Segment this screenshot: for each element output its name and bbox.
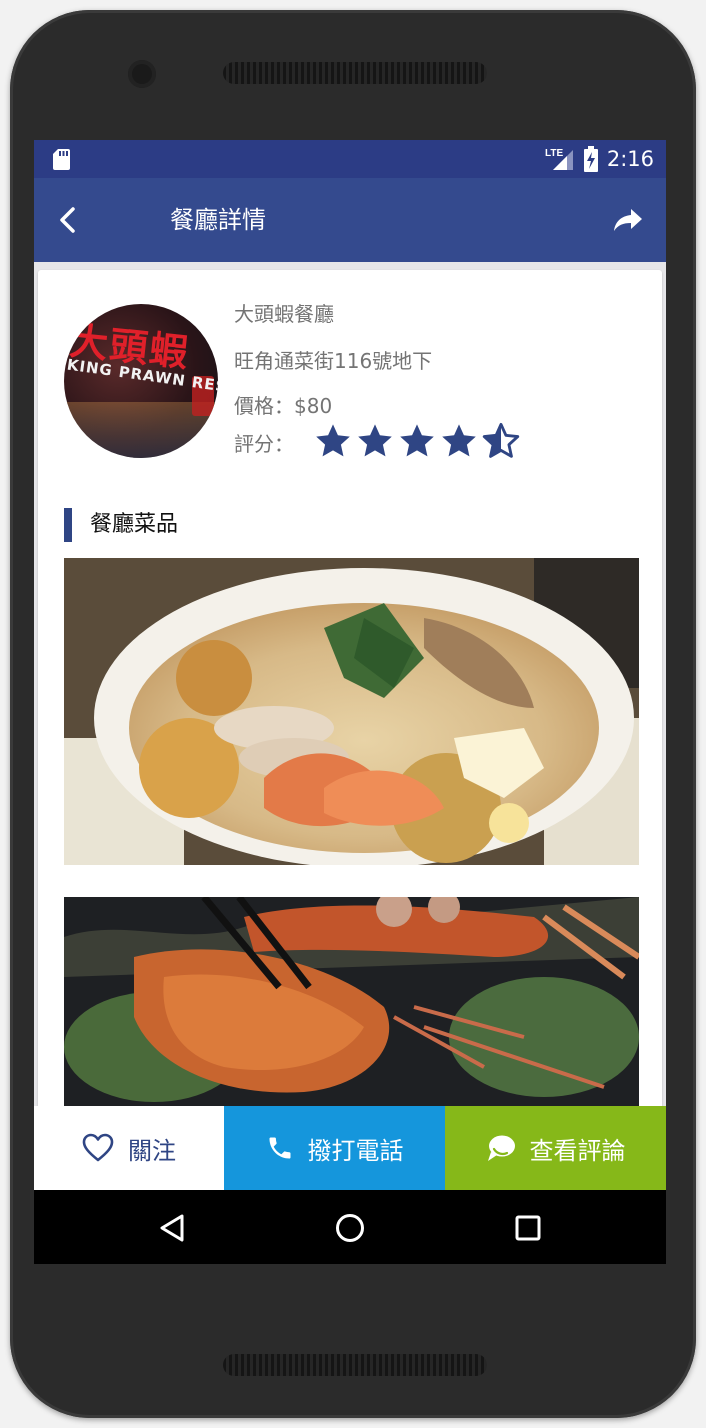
- nav-back-icon: [160, 1214, 184, 1242]
- dishes-section-title: 餐廳菜品: [90, 512, 179, 537]
- device-screen: LTE 2:16 餐廳詳情 大頭蝦 KING PRAWN RESTAUR 大頭蝦…: [34, 140, 666, 1264]
- status-bar: LTE 2:16: [34, 140, 666, 178]
- star-half-icon: [482, 422, 520, 458]
- restaurant-price: 價格：$80: [234, 390, 332, 419]
- restaurant-address: 旺角通菜街116號地下: [234, 349, 433, 373]
- battery-charging-icon: [583, 146, 598, 172]
- sd-card-icon: [53, 149, 70, 170]
- system-nav-bar: [34, 1190, 666, 1264]
- section-accent-bar: [64, 508, 72, 542]
- chat-bubble-icon: [487, 1135, 515, 1161]
- follow-label: 關注: [128, 1136, 176, 1165]
- front-camera: [128, 60, 156, 88]
- page-title: 餐廳詳情: [170, 206, 266, 234]
- phone-icon: [269, 1137, 290, 1159]
- call-label: 撥打電話: [307, 1136, 404, 1165]
- star-full-icon: [442, 424, 476, 457]
- price-value: $80: [294, 394, 333, 418]
- star-full-icon: [400, 424, 434, 457]
- back-button[interactable]: [50, 202, 86, 238]
- star-full-icon: [316, 424, 350, 457]
- status-time: 2:16: [606, 147, 654, 171]
- share-icon: [614, 209, 642, 231]
- lte-label: LTE: [545, 148, 563, 159]
- nav-home-icon: [336, 1214, 364, 1242]
- grilled-prawn-dish-photo: [64, 897, 639, 1107]
- dish-photo-prawn[interactable]: [64, 897, 639, 1107]
- call-button[interactable]: 撥打電話: [224, 1106, 445, 1190]
- restaurant-avatar: 大頭蝦 KING PRAWN RESTAUR: [64, 304, 218, 458]
- share-button[interactable]: [610, 202, 646, 238]
- star-full-icon: [358, 424, 392, 457]
- heart-icon: [82, 1133, 114, 1162]
- laksa-noodle-dish-photo: [64, 558, 639, 865]
- reviews-button[interactable]: 查看評論: [445, 1106, 666, 1190]
- restaurant-name: 大頭蝦餐廳: [234, 302, 334, 326]
- nav-recents-icon: [515, 1215, 541, 1241]
- dish-photo-laksa[interactable]: [64, 558, 639, 865]
- nav-recents-button[interactable]: [508, 1208, 548, 1248]
- bottom-action-bar: 關注 撥打電話 查看評論: [34, 1106, 666, 1190]
- rating-stars: [314, 422, 520, 460]
- nav-back-button[interactable]: [152, 1208, 192, 1248]
- reviews-label: 查看評論: [529, 1136, 626, 1165]
- app-bar: 餐廳詳情: [34, 178, 666, 262]
- nav-home-button[interactable]: [330, 1208, 370, 1248]
- top-speaker: [223, 62, 487, 84]
- signal-icon: LTE: [545, 148, 573, 170]
- bottom-speaker: [223, 1354, 487, 1376]
- rating-label: 評分：: [234, 432, 294, 456]
- back-arrow-icon: [60, 207, 75, 233]
- price-label: 價格：: [234, 394, 294, 418]
- follow-button[interactable]: 關注: [34, 1106, 224, 1190]
